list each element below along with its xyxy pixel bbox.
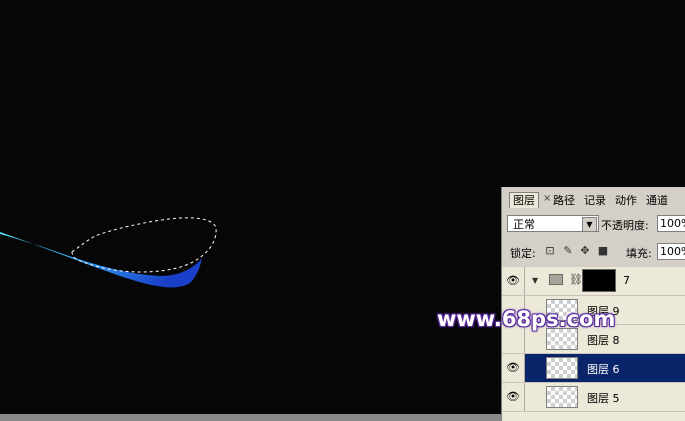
layer-row-selected[interactable]: 👁 图层 6 bbox=[502, 354, 685, 383]
chevron-down-icon[interactable]: ▼ bbox=[532, 276, 538, 285]
fill-label: 填充: bbox=[626, 247, 652, 260]
visibility-toggle[interactable]: 👁 bbox=[502, 354, 525, 382]
opacity-input[interactable]: 100% bbox=[657, 215, 685, 232]
lock-transparency-icon[interactable]: ⊡ bbox=[544, 244, 556, 257]
opacity-label: 不透明度: bbox=[601, 219, 649, 232]
lock-label: 锁定: bbox=[510, 247, 536, 260]
tab-actions[interactable]: 动作 bbox=[615, 193, 637, 208]
lock-all-icon[interactable]: ■ bbox=[597, 244, 609, 257]
eye-icon: 👁 bbox=[506, 274, 520, 287]
layer-name: 7 bbox=[623, 274, 630, 287]
close-icon[interactable]: × bbox=[543, 193, 551, 204]
lock-row: 锁定: ⊡ ✎ ✥ ■ 填充: 100% bbox=[502, 241, 685, 263]
layer-thumbnail bbox=[546, 386, 578, 408]
lock-move-icon[interactable]: ✥ bbox=[579, 244, 591, 257]
layer-list: 👁 ▼ ⛓ 7 图层 9 图层 8 👁 图层 6 👁 图层 5 bbox=[502, 267, 685, 421]
layer-group-row[interactable]: 👁 ▼ ⛓ 7 bbox=[502, 267, 685, 296]
visibility-toggle[interactable]: 👁 bbox=[502, 267, 525, 295]
tab-channels[interactable]: 通道 bbox=[646, 193, 668, 208]
tab-history[interactable]: 记录 bbox=[584, 193, 606, 208]
link-icon: ⛓ bbox=[569, 273, 583, 286]
stroke-shape bbox=[0, 232, 202, 288]
chevron-down-icon[interactable]: ▼ bbox=[582, 217, 597, 232]
fill-input[interactable]: 100% bbox=[657, 243, 685, 260]
layer-thumbnail bbox=[546, 328, 578, 350]
blend-mode-value: 正常 bbox=[513, 218, 535, 231]
layer-thumbnail bbox=[546, 357, 578, 379]
blend-row: 正常 ▼ 不透明度: 100% bbox=[502, 213, 685, 235]
panel-tabs: 图层 × 路径 记录 动作 通道 bbox=[502, 187, 685, 208]
eye-icon: 👁 bbox=[506, 361, 520, 374]
layer-name: 图层 5 bbox=[587, 392, 620, 405]
visibility-toggle[interactable]: 👁 bbox=[502, 383, 525, 411]
layers-panel: 图层 × 路径 记录 动作 通道 正常 ▼ 不透明度: 100% 锁定: ⊡ ✎… bbox=[501, 187, 685, 421]
layer-name: 图层 8 bbox=[587, 334, 620, 347]
eye-icon: 👁 bbox=[506, 390, 520, 403]
blend-mode-select[interactable]: 正常 ▼ bbox=[507, 215, 599, 232]
lock-brush-icon[interactable]: ✎ bbox=[562, 244, 574, 257]
layer-name: 图层 6 bbox=[587, 363, 620, 376]
watermark-text: www.68ps.com bbox=[437, 307, 616, 331]
group-mask-thumbnail bbox=[582, 269, 616, 292]
folder-icon bbox=[549, 274, 563, 285]
layer-row[interactable]: 👁 图层 5 bbox=[502, 383, 685, 412]
tab-layers[interactable]: 图层 bbox=[509, 192, 539, 208]
tab-paths[interactable]: 路径 bbox=[553, 193, 575, 208]
